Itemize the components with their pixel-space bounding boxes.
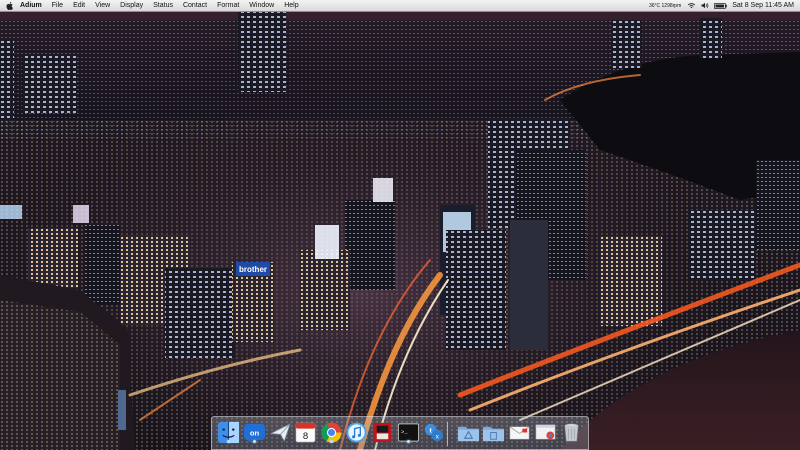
menu-edit[interactable]: Edit	[73, 0, 85, 11]
dock: on 8 >_ t x	[211, 416, 589, 450]
menu-format[interactable]: Format	[217, 0, 239, 11]
terminal-icon[interactable]: >_	[397, 421, 420, 444]
applications-folder-icon[interactable]	[457, 421, 480, 444]
documents-folder-icon[interactable]	[482, 421, 505, 444]
photo-booth-icon[interactable]	[371, 421, 394, 444]
menu-app-adium[interactable]: Adium	[20, 0, 42, 11]
running-indicator	[407, 440, 410, 443]
volume-icon[interactable]	[701, 2, 709, 9]
mail-document-icon[interactable]	[508, 421, 531, 444]
twitter-icon[interactable]: t x	[422, 421, 445, 444]
svg-text:on: on	[250, 428, 260, 437]
dock-separator	[447, 422, 448, 446]
menubar-clock[interactable]: Sat 8 Sep 11:45 AM	[732, 2, 794, 9]
calendar-icon[interactable]: 8	[294, 421, 317, 444]
running-indicator	[253, 440, 256, 443]
menu-status[interactable]: Status	[153, 0, 173, 11]
menu-help[interactable]: Help	[284, 0, 298, 11]
brother-billboard: brother	[239, 265, 267, 274]
terminal-prompt: >_	[401, 428, 408, 435]
running-indicator	[330, 440, 333, 443]
chrome-icon[interactable]	[320, 421, 343, 444]
status-area: 36°C 1298rpm Sat 8 Sep 11:45 AM	[649, 0, 800, 11]
menu-display[interactable]: Display	[120, 0, 143, 11]
running-indicator	[227, 440, 230, 443]
trash-icon[interactable]	[560, 421, 583, 444]
menu-file[interactable]: File	[52, 0, 63, 11]
battery-icon[interactable]	[714, 2, 727, 9]
adium-icon[interactable]: on	[243, 421, 266, 444]
calendar-day: 8	[303, 431, 308, 442]
menu-contact[interactable]: Contact	[183, 0, 207, 11]
mail-icon[interactable]	[269, 421, 292, 444]
chrome-document-icon[interactable]	[534, 421, 557, 444]
wifi-icon[interactable]	[687, 2, 696, 9]
menu-window[interactable]: Window	[249, 0, 274, 11]
twitter-glyph: t	[429, 426, 432, 435]
itunes-icon[interactable]	[345, 421, 368, 444]
desktop-wallpaper: brother	[0, 0, 800, 450]
menu-view[interactable]: View	[95, 0, 110, 11]
finder-icon[interactable]	[217, 421, 240, 444]
temperature-monitor[interactable]: 36°C 1298rpm	[649, 3, 681, 9]
apple-icon[interactable]	[6, 1, 15, 10]
menu-bar: Adium File Edit View Display Status Cont…	[0, 0, 800, 12]
